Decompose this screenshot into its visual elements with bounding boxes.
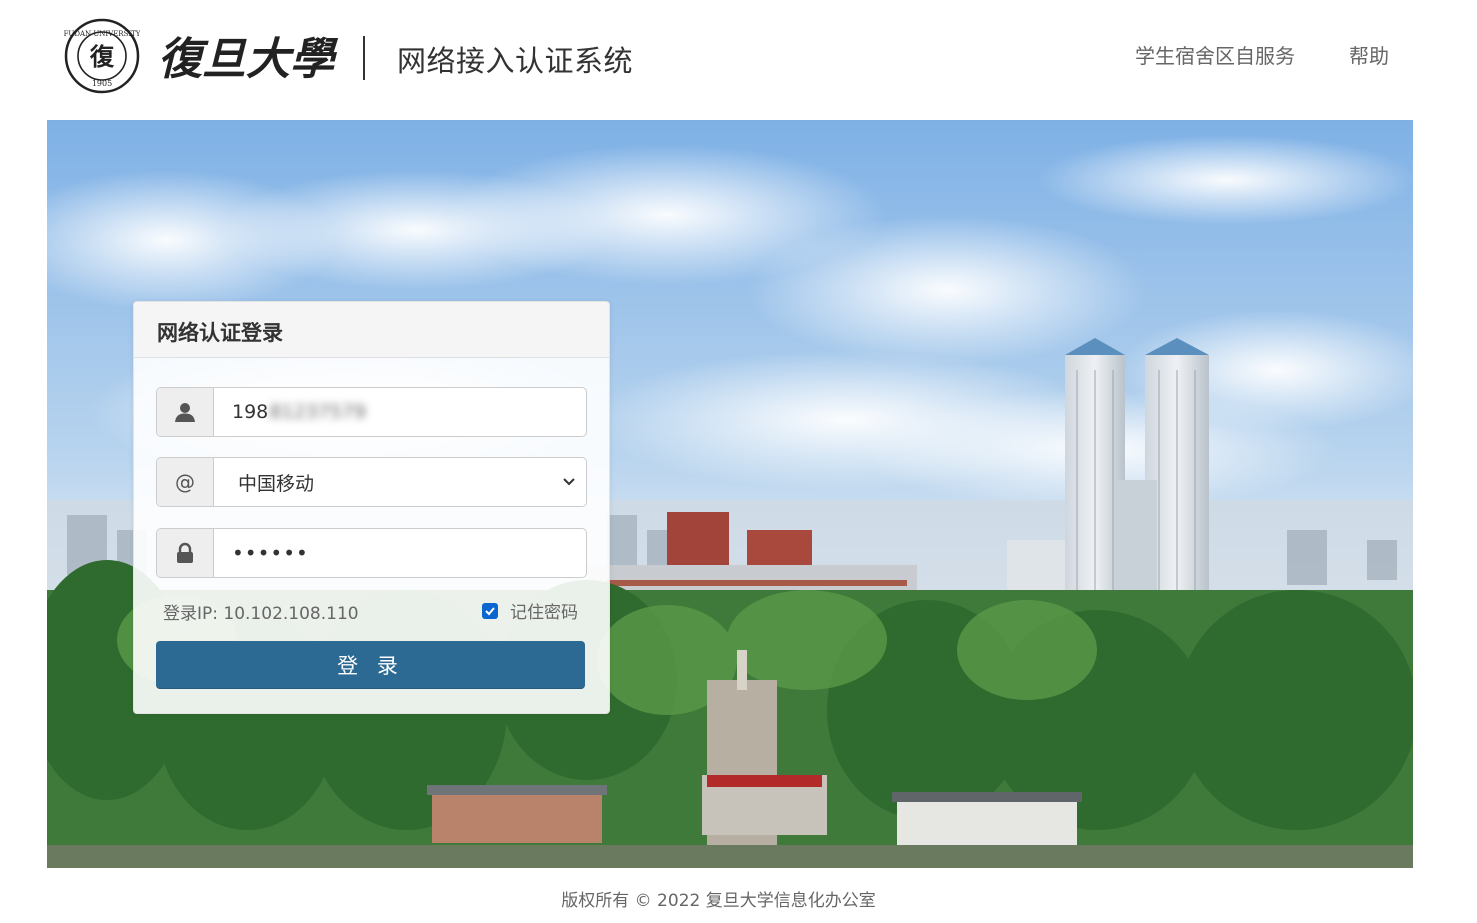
svg-text:1905: 1905 [92, 79, 112, 88]
login-panel-title: 网络认证登录 [157, 321, 283, 345]
nav-dorm-selfservice-link[interactable]: 学生宿舍区自服务 [1135, 40, 1295, 69]
system-title: 网络接入认证系统 [397, 44, 634, 78]
login-button[interactable]: 登 录 [156, 641, 585, 689]
username-input[interactable]: 198 81237579 [214, 388, 584, 436]
remember-password-option[interactable]: 记住密码 [482, 598, 578, 623]
login-ip-text: 登录IP: 10.102.108.110 [163, 604, 359, 624]
at-sign-icon: @ [175, 470, 195, 494]
username-visible-text: 198 [232, 401, 269, 423]
site-footer: 版权所有 © 2022 复旦大学信息化办公室 [0, 886, 1477, 911]
svg-text:復: 復 [89, 42, 115, 71]
chevron-down-icon[interactable] [562, 475, 576, 489]
header-divider [363, 36, 365, 80]
password-field[interactable]: •••••• [156, 528, 587, 578]
user-icon [175, 403, 195, 422]
login-panel: 网络认证登录 198 81237579 @ 中国移动 •••••• 登录IP: … [133, 301, 610, 714]
username-blurred-text: 81237579 [269, 401, 366, 423]
nav-help-link[interactable]: 帮助 [1349, 40, 1389, 69]
site-header: FUDAN UNIVERSITY 1905 復 復旦大學 网络接入认证系统 学生… [0, 0, 1477, 120]
password-input[interactable]: •••••• [214, 529, 584, 577]
isp-select-value-area[interactable]: 中国移动 [214, 458, 584, 506]
remember-password-checkbox[interactable] [482, 602, 498, 619]
svg-text:FUDAN UNIVERSITY: FUDAN UNIVERSITY [64, 30, 140, 38]
username-addon [157, 388, 214, 436]
remember-password-label: 记住密码 [510, 603, 578, 623]
isp-addon: @ [157, 458, 214, 506]
university-seal-logo: FUDAN UNIVERSITY 1905 復 [64, 18, 140, 94]
login-panel-header: 网络认证登录 [134, 302, 609, 358]
isp-select[interactable]: @ 中国移动 [156, 457, 587, 507]
fudan-wordmark-logo: 復旦大學 [158, 34, 338, 85]
copyright-text: 版权所有 © 2022 复旦大学信息化办公室 [561, 891, 876, 911]
lock-icon [177, 542, 193, 563]
username-field[interactable]: 198 81237579 [156, 387, 587, 437]
password-addon [157, 529, 214, 577]
svg-text:復旦大學: 復旦大學 [158, 34, 338, 85]
checkmark-icon [485, 606, 495, 615]
isp-selected-value: 中国移动 [238, 472, 315, 495]
password-masked-text: •••••• [232, 541, 309, 565]
